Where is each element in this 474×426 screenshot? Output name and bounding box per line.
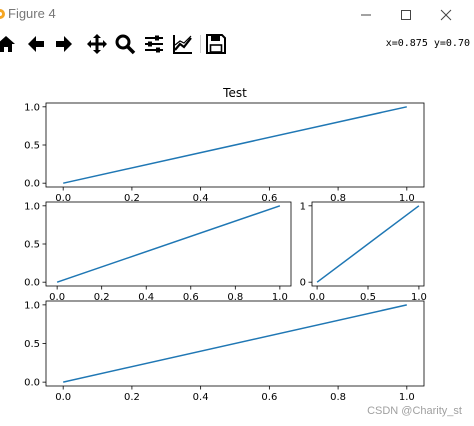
x-tick-label: 0.4 <box>193 392 209 403</box>
data-line <box>63 106 407 184</box>
subplot-4[interactable]: 0.0 0.2 0.4 0.6 0.8 1.0 0.0 0.5 1.0 <box>24 300 425 403</box>
close-icon <box>440 9 452 21</box>
subplot-title: Test <box>222 86 247 100</box>
subplot-2[interactable]: 0.0 0.2 0.4 0.6 0.8 1.00.00.51.0 <box>24 201 292 303</box>
save-button[interactable] <box>204 32 228 56</box>
y-tick-label: 0 <box>300 278 306 289</box>
save-floppy-icon <box>206 34 226 54</box>
configure-subplots-button[interactable] <box>142 32 166 56</box>
configure-subplots-icon <box>145 35 163 53</box>
x-tick-label: 0.2 <box>124 392 140 403</box>
x-tick-label: 0.0 <box>55 392 71 403</box>
home-button[interactable] <box>0 32 18 56</box>
toolbar-separator <box>200 35 201 53</box>
y-tick-label: 1.0 <box>24 102 40 113</box>
y-tick-label: 0.5 <box>24 141 40 152</box>
y-tick-label: 1 <box>300 201 306 212</box>
y-tick-label: 0.0 <box>24 179 40 190</box>
back-button[interactable] <box>24 32 48 56</box>
data-line <box>56 205 281 283</box>
subplot-3[interactable]: 0.0 0.5 1.001 <box>300 201 427 303</box>
x-tick-label: 0.8 <box>330 392 346 403</box>
cursor-coordinates: x=0.875 y=0.70 <box>385 38 470 49</box>
x-tick-label: 1.0 <box>399 392 415 403</box>
watermark: CSDN @Charity_st <box>367 405 462 417</box>
y-tick-label: 1.0 <box>24 300 40 311</box>
zoom-magnifier-icon <box>115 34 136 55</box>
minimize-icon <box>361 14 371 16</box>
y-tick-label: 0.0 <box>24 378 40 389</box>
back-arrow-icon <box>28 36 44 52</box>
pan-button[interactable] <box>85 32 109 56</box>
forward-arrow-icon <box>56 36 72 52</box>
close-button[interactable] <box>426 0 466 30</box>
minimize-button[interactable] <box>346 0 386 30</box>
data-line <box>63 304 407 383</box>
edit-axis-lines-icon <box>173 35 192 54</box>
maximize-icon <box>401 10 411 20</box>
y-tick-label: 0.5 <box>24 240 40 251</box>
subplot-1[interactable]: 0.0 0.2 0.4 0.6 0.8 1.00.00.51.0Test <box>24 86 425 204</box>
data-line <box>316 205 420 283</box>
y-tick-label: 0.5 <box>24 339 40 350</box>
window-title: Figure 4 <box>8 6 56 21</box>
maximize-button[interactable] <box>386 0 426 30</box>
edit-axis-button[interactable] <box>171 32 195 56</box>
zoom-button[interactable] <box>113 32 137 56</box>
home-icon <box>0 36 15 52</box>
title-bar: Figure 4 <box>0 0 474 30</box>
figure-canvas[interactable]: 0.0 0.2 0.4 0.6 0.8 1.0 0.0 0.5 1.0 Test 0.0 0.2 0.4… <box>0 58 474 426</box>
matplotlib-figure-icon <box>0 9 5 19</box>
y-tick-label: 1.0 <box>24 201 40 212</box>
x-tick-label: 0.6 <box>261 392 277 403</box>
pan-move-icon <box>87 34 107 54</box>
y-tick-label: 0.0 <box>24 278 40 289</box>
forward-button[interactable] <box>52 32 76 56</box>
